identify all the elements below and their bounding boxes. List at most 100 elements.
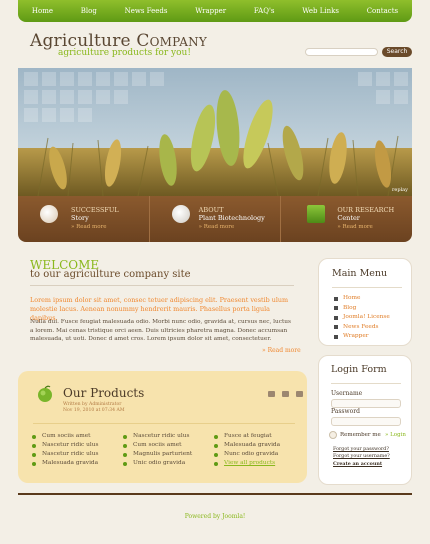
bullet-icon: [334, 306, 338, 311]
feature-about-biotech: ABOUT Plant Biotechnology » Read more: [148, 196, 281, 242]
login-form-divider: [331, 383, 401, 384]
forgot-username-link[interactable]: Forgot your username?: [333, 454, 390, 459]
list-item: Fusce at feugiat: [214, 432, 305, 441]
welcome-read-more-link[interactable]: » Read more: [262, 347, 301, 354]
bullet-icon: [214, 434, 218, 439]
list-item-label: Unic odio gravida: [133, 460, 186, 466]
menu-item-label: News Feeds: [343, 323, 379, 330]
nav-home[interactable]: Home: [32, 7, 53, 15]
list-item-label: Malesuada gravida: [42, 460, 99, 466]
products-panel: Our Products Written by Administrator No…: [18, 371, 307, 483]
article-tools: [268, 391, 303, 397]
list-item-label: Malesuada gravida: [224, 442, 281, 448]
password-label: Password: [331, 408, 360, 415]
nav-faqs[interactable]: FAQ's: [254, 7, 275, 15]
bullet-icon: [32, 461, 36, 466]
feature-research-center: OUR RESEARCH Center » Read more: [280, 196, 412, 242]
bullet-icon: [123, 443, 127, 448]
list-item: Malesuada gravida: [214, 441, 305, 450]
welcome-subheading: to our agriculture company site: [30, 269, 191, 280]
bullet-icon: [214, 461, 218, 466]
nav-wrapper[interactable]: Wrapper: [195, 7, 226, 15]
list-item-label: Fusce at feugiat: [224, 433, 272, 439]
products-list: Cum sociis amet Nascetur ridic ulus Nasc…: [32, 432, 305, 468]
menu-item-wrapper[interactable]: Wrapper: [334, 332, 390, 342]
feature-subtitle: Plant Biotechnology: [198, 214, 265, 222]
feature-successful-story: SUCCESSFUL Story » Read more: [18, 196, 149, 242]
list-item: Unic odio gravida: [123, 459, 214, 468]
banner-replay-caption[interactable]: replay: [392, 187, 408, 193]
bullet-icon: [123, 461, 127, 466]
products-column: Nascetur ridic ulus Cum sociis amet Magn…: [123, 432, 214, 468]
list-item-label: Nunc odio gravida: [224, 451, 279, 457]
bullet-icon: [214, 443, 218, 448]
products-divider: [33, 423, 295, 424]
print-icon[interactable]: [282, 391, 289, 397]
nav-news-feeds[interactable]: News Feeds: [125, 7, 168, 15]
view-all-products-link[interactable]: View all products: [214, 459, 305, 468]
products-date: Nov 19, 2010 at 07:34 AM: [63, 407, 125, 413]
bullet-icon: [123, 434, 127, 439]
remember-me-label: Remember me: [340, 432, 381, 438]
apple-icon: [38, 385, 52, 402]
menu-item-label: Blog: [343, 304, 357, 311]
remember-me-checkbox[interactable]: [329, 431, 337, 439]
book-icon: [307, 205, 326, 223]
bullet-icon: [214, 452, 218, 457]
list-item: Nascetur ridic ulus: [123, 432, 214, 441]
menu-item-label: Wrapper: [343, 333, 369, 339]
products-column: Cum sociis amet Nascetur ridic ulus Nasc…: [32, 432, 123, 468]
list-item: Magnulis parturient: [123, 450, 214, 459]
pdf-icon[interactable]: [268, 391, 275, 397]
bullet-icon: [334, 315, 338, 320]
list-item: Cum sociis amet: [123, 441, 214, 450]
username-field[interactable]: [331, 399, 401, 408]
menu-item-home[interactable]: Home: [334, 294, 390, 304]
list-item: Nunc odio gravida: [214, 450, 305, 459]
bullet-icon: [334, 325, 338, 330]
products-title: Our Products: [63, 386, 145, 400]
search-input[interactable]: [305, 48, 378, 56]
menu-item-news-feeds[interactable]: News Feeds: [334, 323, 390, 333]
products-author: Written by Administrator: [63, 402, 122, 407]
hero-banner: replay: [18, 68, 412, 196]
nav-web-links[interactable]: Web Links: [302, 7, 339, 15]
menu-item-blog[interactable]: Blog: [334, 304, 390, 314]
feature-read-more[interactable]: » Read more: [337, 224, 372, 230]
search-button[interactable]: Search: [382, 47, 412, 57]
password-field[interactable]: [331, 417, 401, 426]
menu-item-label: Home: [343, 295, 361, 301]
speech-bubble-icon: [171, 205, 190, 223]
footer-divider: [18, 493, 412, 495]
menu-item-license[interactable]: Joomla! License: [334, 313, 390, 323]
main-menu-title: Main Menu: [332, 268, 388, 279]
list-item-label: Nascetur ridic ulus: [42, 442, 99, 448]
forgot-password-link[interactable]: Forgot your password?: [333, 447, 389, 452]
feature-read-more[interactable]: » Read more: [71, 224, 106, 230]
feature-subtitle: Center: [337, 214, 360, 222]
nav-blog[interactable]: Blog: [81, 7, 97, 15]
bullet-icon: [334, 296, 338, 301]
site-tagline: agriculture products for you!: [58, 48, 191, 58]
login-form-title: Login Form: [331, 364, 387, 375]
feature-subtitle: Story: [71, 214, 89, 222]
main-menu-divider: [332, 287, 402, 288]
create-account-link[interactable]: Create an account: [333, 461, 382, 467]
feature-title: OUR RESEARCH: [337, 206, 395, 214]
feature-title: ABOUT: [198, 206, 224, 214]
feature-title: SUCCESSFUL: [71, 206, 119, 214]
wheat-field-image: [18, 68, 412, 196]
feature-read-more[interactable]: » Read more: [199, 224, 234, 230]
list-item: Malesuada gravida: [32, 459, 123, 468]
list-item-label: Cum sociis amet: [133, 442, 182, 448]
list-item-label: Nascetur ridic ulus: [133, 433, 190, 439]
email-icon[interactable]: [296, 391, 303, 397]
list-item: Nascetur ridic ulus: [32, 450, 123, 459]
list-item-label: Cum sociis amet: [42, 433, 91, 439]
nav-contacts[interactable]: Contacts: [367, 7, 398, 15]
footer-powered-by[interactable]: Powered by Joomla!: [0, 513, 430, 520]
list-item: Nascetur ridic ulus: [32, 441, 123, 450]
main-menu-list: Home Blog Joomla! License News Feeds Wra…: [334, 294, 390, 342]
products-column: Fusce at feugiat Malesuada gravida Nunc …: [214, 432, 305, 468]
login-button[interactable]: » Login: [385, 432, 406, 438]
